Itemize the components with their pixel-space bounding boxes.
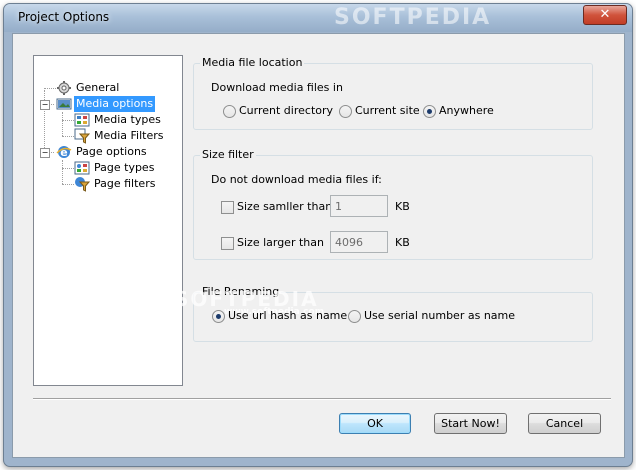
unit-label: KB — [395, 236, 410, 249]
cancel-button[interactable]: Cancel — [528, 413, 601, 434]
start-now-button[interactable]: Start Now! — [434, 413, 507, 434]
tree-item-label: Media types — [94, 113, 161, 126]
size-filter-group: Size filter Do not download media files … — [193, 148, 593, 260]
size-larger-input[interactable]: 4096 — [330, 231, 388, 253]
group-title: Media file location — [200, 56, 305, 69]
collapse-page-options[interactable]: − — [40, 148, 50, 158]
dialog-body: General − Media options Media types Medi… — [12, 33, 625, 458]
tree-item-label: Media options — [74, 96, 156, 112]
page-types-icon — [74, 160, 90, 176]
collapse-media-options[interactable]: − — [40, 100, 50, 110]
media-icon — [56, 96, 72, 112]
tree-item-label: Page options — [76, 145, 147, 158]
media-location-group: Media file location Download media files… — [193, 56, 593, 130]
tree-item-label: Page types — [94, 161, 155, 174]
filter-icon — [74, 128, 91, 144]
watermark-text: SOFTPEDIA — [334, 5, 492, 30]
page-icon: e — [56, 144, 72, 160]
download-prompt: Download media files in — [211, 81, 343, 94]
project-options-window: Project Options SOFTPEDIA ✕ General − Me… — [3, 3, 633, 467]
ok-button[interactable]: OK — [339, 413, 411, 434]
window-title: Project Options — [18, 10, 110, 24]
group-title: Size filter — [200, 148, 256, 161]
unit-label: KB — [395, 200, 410, 213]
tree-item-label: Media Filters — [94, 129, 164, 142]
options-tree[interactable]: General − Media options Media types Medi… — [33, 55, 183, 386]
file-renaming-group: File Renaming SOFTPEDIA www.softpedia.co… — [174, 285, 593, 342]
filter-icon — [74, 176, 91, 192]
title-bar[interactable]: Project Options SOFTPEDIA ✕ — [4, 4, 632, 32]
close-button[interactable]: ✕ — [583, 5, 627, 25]
media-types-icon — [74, 112, 90, 128]
separator — [33, 398, 611, 400]
tree-item-label: General — [76, 81, 120, 94]
tree-item-label: Page filters — [94, 177, 156, 190]
gear-icon — [56, 80, 72, 96]
size-filter-prompt: Do not download media files if: — [211, 173, 382, 186]
size-smaller-input[interactable]: 1 — [330, 195, 388, 217]
